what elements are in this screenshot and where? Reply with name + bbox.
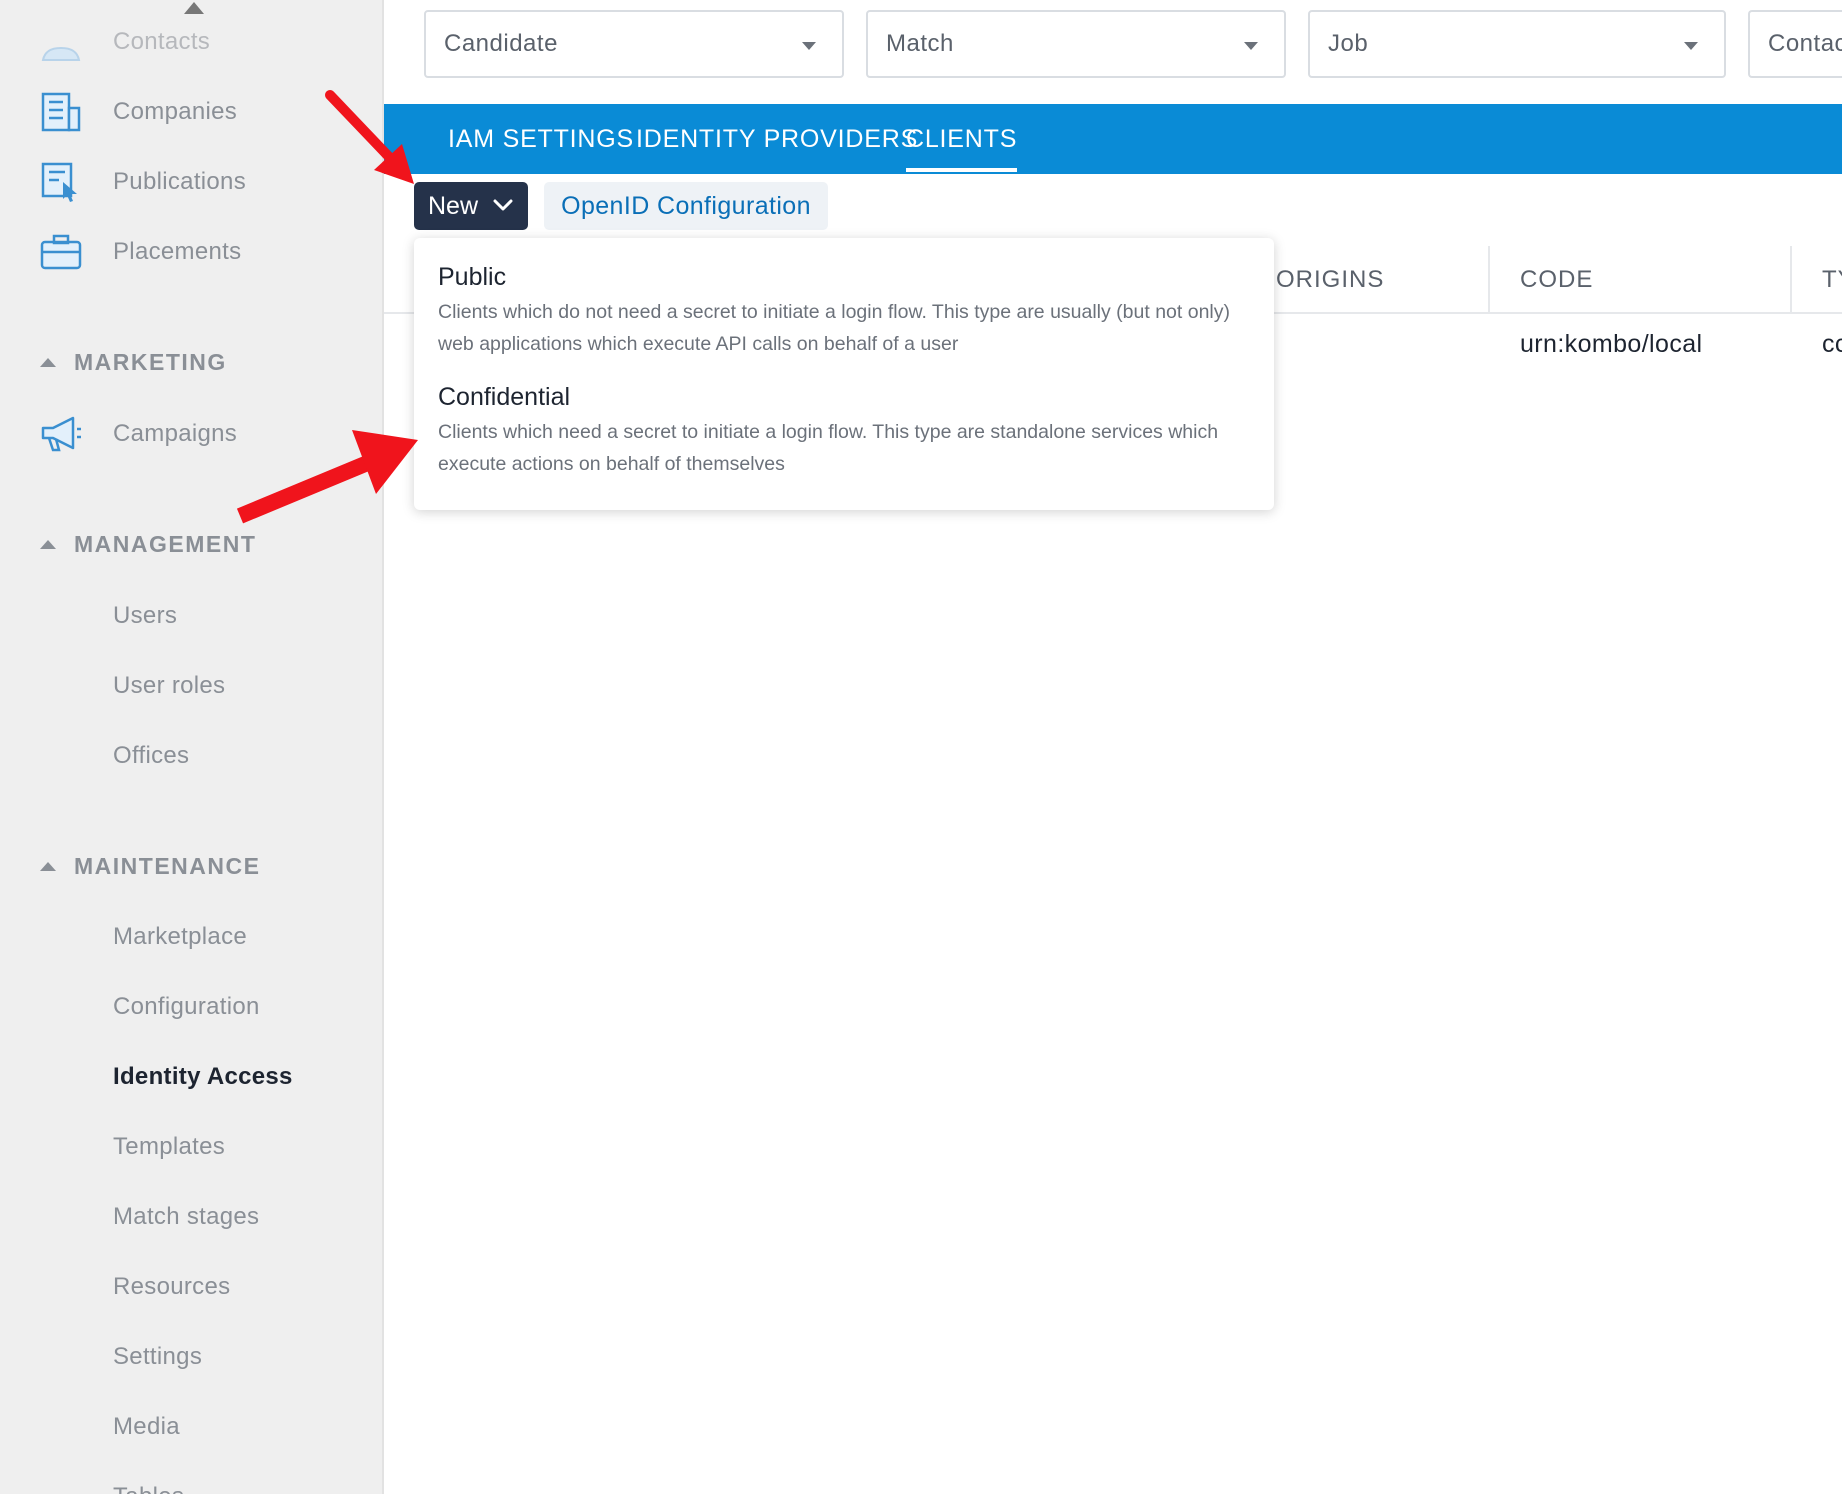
dropdown-arrow-icon <box>802 42 816 50</box>
menu-item-title: Public <box>438 263 507 291</box>
sidebar-item-label: Contacts <box>113 28 211 55</box>
column-divider <box>1790 246 1792 314</box>
match-select[interactable]: Match <box>866 10 1286 78</box>
contact-select[interactable]: Contac <box>1748 10 1842 78</box>
sidebar-item-media[interactable]: Media <box>0 1397 382 1457</box>
sidebar-item-tables[interactable]: Tables <box>0 1467 382 1494</box>
sidebar-item-users[interactable]: Users <box>0 586 382 646</box>
sidebar-item-label: Identity Access <box>113 1063 293 1090</box>
briefcase-icon <box>38 229 84 275</box>
sidebar-item-resources[interactable]: Resources <box>0 1257 382 1317</box>
new-client-menu: Public Clients which do not need a secre… <box>414 238 1274 510</box>
column-header-type[interactable]: TY <box>1822 246 1842 314</box>
sidebar-item-offices[interactable]: Offices <box>0 726 382 786</box>
sidebar-item-label: Settings <box>113 1343 203 1370</box>
job-select[interactable]: Job <box>1308 10 1726 78</box>
sidebar-item-label: Resources <box>113 1273 231 1300</box>
sidebar-item-label: Users <box>113 602 178 629</box>
sidebar-item-user-roles[interactable]: User roles <box>0 656 382 716</box>
sidebar-item-label: Configuration <box>113 993 260 1020</box>
menu-item-description: Clients which do not need a secret to in… <box>438 301 1230 355</box>
section-label: MARKETING <box>74 348 227 375</box>
dropdown-arrow-icon <box>1684 42 1698 50</box>
building-icon <box>38 89 84 135</box>
sidebar-item-label: User roles <box>113 672 226 699</box>
sidebar-item-configuration[interactable]: Configuration <box>0 977 382 1037</box>
candidate-select[interactable]: Candidate <box>424 10 844 78</box>
collapse-caret-icon <box>40 861 56 871</box>
sidebar-item-companies[interactable]: Companies <box>0 82 382 142</box>
megaphone-icon <box>38 411 84 457</box>
column-divider <box>1488 246 1490 314</box>
section-management[interactable]: MANAGEMENT <box>0 524 382 564</box>
sidebar-item-label: Publications <box>113 168 247 195</box>
sidebar-item-campaigns[interactable]: Campaigns <box>0 404 382 464</box>
publication-icon <box>38 159 84 205</box>
tab-iam-settings[interactable]: IAM SETTINGS <box>448 104 634 174</box>
section-maintenance[interactable]: MAINTENANCE <box>0 846 382 886</box>
dropdown-arrow-icon <box>1244 42 1258 50</box>
sidebar: Contacts Companies Publications Placemen… <box>0 0 384 1494</box>
contacts-icon <box>38 19 84 65</box>
column-header-code[interactable]: CODE <box>1520 246 1593 314</box>
openid-configuration-button[interactable]: OpenID Configuration <box>544 182 828 230</box>
sidebar-item-label: Companies <box>113 98 238 125</box>
iam-tabs: IAM SETTINGS IDENTITY PROVIDERS CLIENTS <box>384 104 1842 174</box>
new-client-button[interactable]: New <box>414 182 528 230</box>
tab-identity-providers[interactable]: IDENTITY PROVIDERS <box>636 104 918 174</box>
table-cell-code: urn:kombo/local <box>1520 330 1703 358</box>
sidebar-item-label: Campaigns <box>113 420 238 447</box>
section-marketing[interactable]: MARKETING <box>0 342 382 382</box>
section-label: MAINTENANCE <box>74 852 261 879</box>
sidebar-item-label: Match stages <box>113 1203 260 1230</box>
sidebar-item-match-stages[interactable]: Match stages <box>0 1187 382 1247</box>
sidebar-item-contacts[interactable]: Contacts <box>0 12 382 72</box>
sidebar-item-identity-access[interactable]: Identity Access <box>0 1047 382 1107</box>
select-label: Candidate <box>444 30 558 57</box>
sidebar-item-label: Marketplace <box>113 923 248 950</box>
chevron-down-icon <box>493 199 513 211</box>
sidebar-item-label: Placements <box>113 238 242 265</box>
sidebar-item-placements[interactable]: Placements <box>0 222 382 282</box>
section-label: MANAGEMENT <box>74 530 257 557</box>
menu-item-confidential[interactable]: Confidential Clients which need a secret… <box>414 380 1274 480</box>
sidebar-item-templates[interactable]: Templates <box>0 1117 382 1177</box>
sidebar-item-settings[interactable]: Settings <box>0 1327 382 1387</box>
tab-clients[interactable]: CLIENTS <box>906 104 1018 174</box>
menu-item-description: Clients which need a secret to initiate … <box>438 421 1219 475</box>
sidebar-item-label: Templates <box>113 1133 226 1160</box>
select-label: Job <box>1328 30 1369 57</box>
entity-selects: Candidate Match Job Contac <box>384 0 1842 104</box>
sidebar-item-marketplace[interactable]: Marketplace <box>0 907 382 967</box>
menu-item-public[interactable]: Public Clients which do not need a secre… <box>414 260 1274 360</box>
collapse-caret-icon <box>40 357 56 367</box>
column-header-origins[interactable]: ORIGINS <box>1276 246 1384 314</box>
sidebar-item-label: Tables <box>113 1483 184 1494</box>
sidebar-item-label: Offices <box>113 742 190 769</box>
sidebar-item-label: Media <box>113 1413 180 1440</box>
select-label: Contac <box>1768 30 1842 57</box>
table-cell-type: cc <box>1822 330 1842 358</box>
sidebar-item-publications[interactable]: Publications <box>0 152 382 212</box>
select-label: Match <box>886 30 954 57</box>
collapse-caret-icon <box>40 539 56 549</box>
new-button-label: New <box>428 191 479 220</box>
menu-item-title: Confidential <box>438 383 571 411</box>
